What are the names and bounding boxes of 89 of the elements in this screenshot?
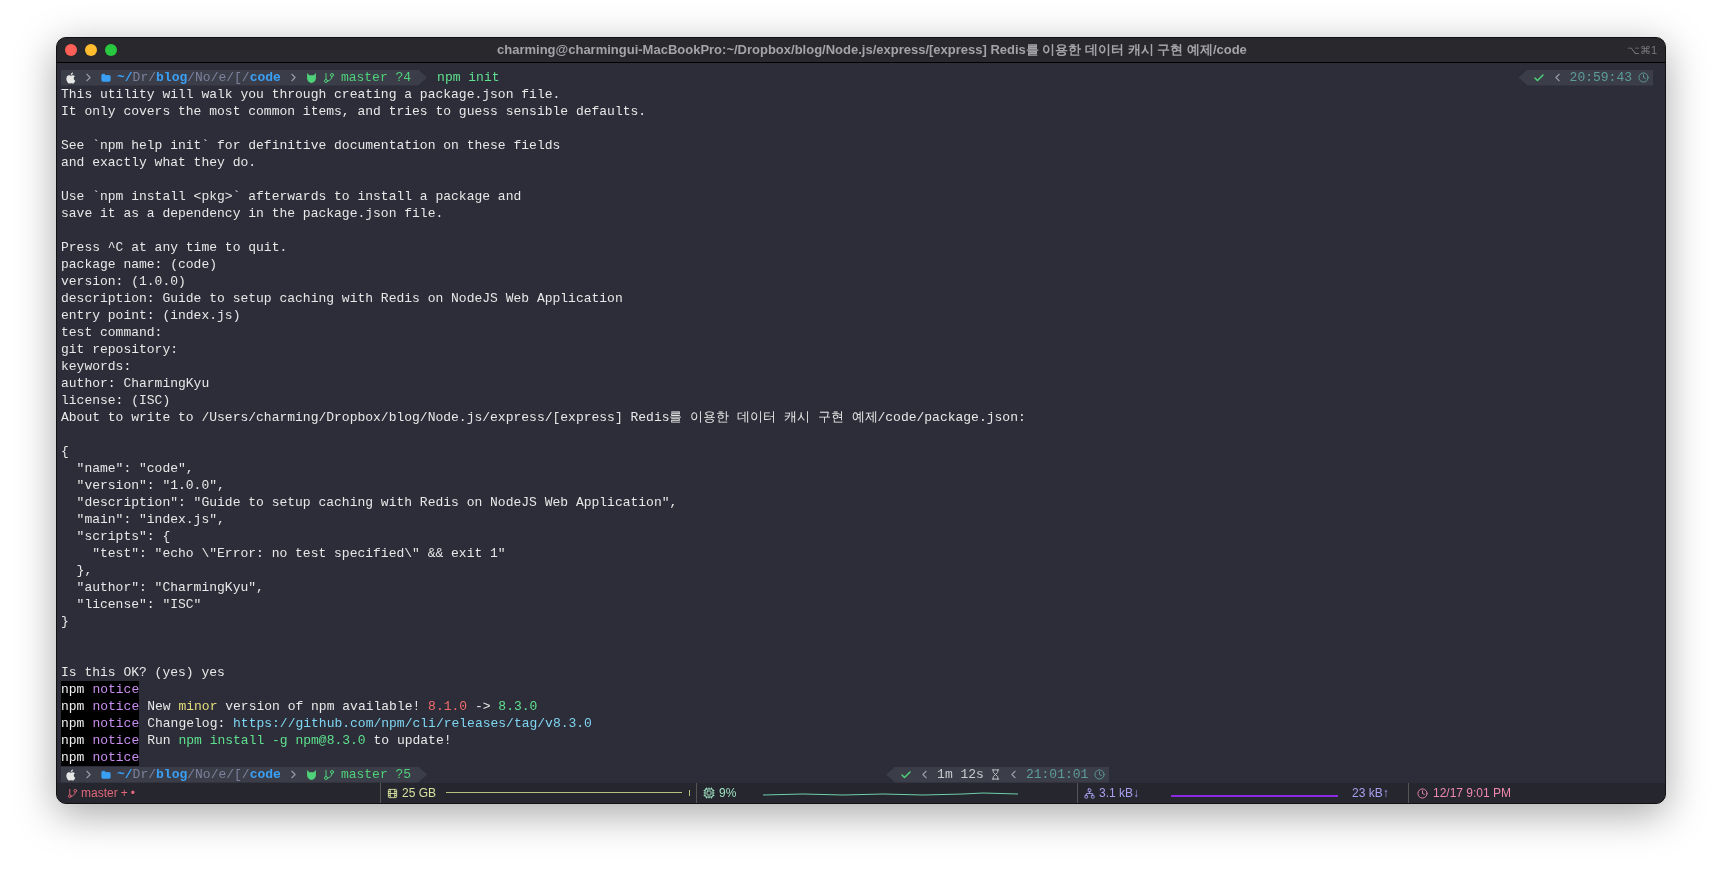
download-reading: 3.1 kB↓ (1099, 785, 1141, 802)
time-text: 20:59:43 (1569, 69, 1632, 86)
folder-icon (101, 769, 111, 780)
branch-text: master (81, 785, 118, 802)
command-text: 8.3.0 (498, 698, 538, 715)
terminal-line: entry point: (index.js) (61, 307, 241, 324)
terminal-line: version: (1.0.0) (61, 273, 186, 290)
path-text: ~/Dr/blog/No/e/[/code (117, 69, 281, 86)
terminal-line: description: Guide to setup caching with Redis on NodeJS Web Application (61, 290, 623, 307)
clock-icon (1417, 787, 1428, 799)
terminal-line: It only covers the most common items, and tries to guess sensible defaults. (61, 103, 647, 120)
branch-icon (322, 71, 335, 84)
terminal-line: "scripts": { (75, 528, 171, 545)
close-button[interactable] (65, 44, 77, 56)
cpu-reading: 9% (719, 785, 738, 802)
apple-icon (65, 71, 76, 84)
terminal-line: git repository: (61, 341, 179, 358)
highlight-text: minor (178, 698, 218, 715)
npm-label: npm (61, 698, 93, 715)
terminal-line: Use `npm install <pkg>` afterwards to install a package and (61, 188, 522, 205)
notice-text: -> (473, 698, 492, 715)
command-text: npm init (437, 69, 500, 86)
disk-reading: 25 GB (402, 785, 437, 802)
terminal-line: { (61, 443, 69, 460)
notice-text: to update! (372, 732, 452, 749)
notice-label: notice (92, 715, 140, 732)
cpu-icon (703, 787, 715, 799)
notice-text: Changelog: (147, 715, 227, 732)
cat-icon (305, 72, 317, 83)
terminal-line: Press ^C at any time to quit. (61, 239, 288, 256)
notice-label: notice (92, 681, 140, 698)
url-text: https://github.com/npm/cli/releases/tag/v8.3.0 (233, 715, 592, 732)
command-text: npm install -g npm@8.3.0 (178, 732, 366, 749)
terminal-line: }, (75, 562, 93, 579)
check-icon (1532, 71, 1545, 84)
terminal-line: "description": "Guide to setup caching with Redis on NodeJS Web Application", (75, 494, 678, 511)
notice-text: Run (147, 732, 172, 749)
terminal-line: Is this OK? (yes) yes (61, 664, 225, 681)
path-text: ~/Dr/blog/No/e/[/code (117, 766, 281, 783)
npm-label: npm (61, 715, 93, 732)
hourglass-icon (989, 769, 1001, 780)
branch-flag-text: • (130, 785, 135, 802)
branch-icon (67, 787, 78, 799)
upload-reading: 23 kB↑ (1352, 785, 1389, 802)
terminal-line: test command: (61, 324, 163, 341)
notice-label: notice (92, 732, 140, 749)
npm-label: npm (61, 681, 93, 698)
cat-icon (305, 769, 317, 780)
terminal-line: "test": "echo \"Error: no test specified\" && exit 1" (91, 545, 506, 562)
notice-label: notice (92, 698, 140, 715)
terminal-line: package name: (code) (61, 256, 218, 273)
npm-label: npm (61, 732, 93, 749)
network-icon (1084, 787, 1095, 799)
terminal-line: "version": "1.0.0", (75, 477, 225, 494)
version-number: 8.1.0 (428, 698, 468, 715)
branch-flag-text: + (120, 785, 128, 802)
terminal-line: } (61, 613, 69, 630)
time-text: 21:01:01 (1025, 766, 1089, 783)
terminal-line: About to write to /Users/charming/Dropbox/blog/Node.js/express/[express] Redis를 이용한 데이터 캐시 구현 예제/code/package.json: (61, 409, 1026, 426)
git-status: master ?5 (340, 766, 412, 783)
notice-text: New (147, 698, 172, 715)
window-title: charming@charmingui-MacBookPro:~/Dropbox/blog/Node.js/express/[express] Redis를 이용한 데이터 캐시 구현 예제/code (496, 41, 1248, 60)
terminal-line: and exactly what they do. (61, 154, 257, 171)
folder-icon (101, 72, 111, 83)
terminal-line: "author": "CharmingKyu", (75, 579, 264, 596)
notice-text: version of npm available! (224, 698, 422, 715)
terminal-line: See `npm help init` for definitive documentation on these fields (61, 137, 561, 154)
zoom-button[interactable] (105, 44, 117, 56)
terminal-line: "license": "ISC" (75, 596, 202, 613)
terminal-line: keywords: (61, 358, 132, 375)
clock-text: 12/17 9:01 PM (1433, 785, 1512, 802)
git-status: master ?4 (340, 69, 412, 86)
npm-label: npm (61, 749, 93, 766)
terminal-line: This utility will walk you through creating a package.json file. (61, 86, 561, 103)
clock-icon (1638, 72, 1649, 83)
terminal-line: save it as a dependency in the package.json file. (61, 205, 444, 222)
duration-text: 1m 12s (937, 766, 984, 783)
check-icon (900, 768, 913, 781)
apple-icon (65, 768, 76, 781)
shortcut-text: ⌥⌘1 (1626, 42, 1657, 58)
notice-label: notice (92, 749, 140, 766)
branch-icon (322, 768, 335, 781)
terminal-line: "name": "code", (75, 460, 194, 477)
terminal-line: "main": "index.js", (75, 511, 225, 528)
clock-icon (1094, 769, 1106, 780)
minimize-button[interactable] (85, 44, 97, 56)
terminal-line: license: (ISC) (61, 392, 171, 409)
terminal-line: author: CharmingKyu (61, 375, 210, 392)
drive-icon (387, 787, 398, 799)
